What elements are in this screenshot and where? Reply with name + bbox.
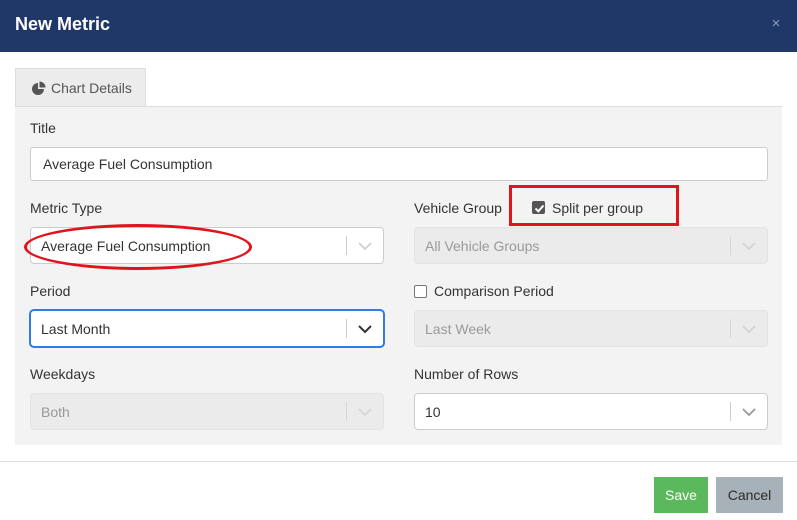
chevron-down-icon (742, 407, 756, 416)
comparison-period-value: Last Week (425, 320, 491, 337)
footer-divider (0, 461, 797, 462)
comparison-period-select[interactable]: Last Week (414, 310, 768, 347)
select-separator (346, 402, 347, 421)
comparison-period-label: Comparison Period (434, 283, 554, 299)
pie-chart-icon (32, 81, 46, 95)
vehicle-group-label: Vehicle Group (414, 200, 502, 216)
chevron-down-icon (742, 241, 756, 250)
vehicle-group-value: All Vehicle Groups (425, 237, 540, 254)
number-of-rows-value: 10 (425, 403, 441, 420)
modal-header: New Metric × (0, 0, 797, 52)
chevron-down-icon (742, 324, 756, 333)
select-separator (730, 402, 731, 421)
weekdays-select[interactable]: Both (30, 393, 384, 430)
select-separator (730, 319, 731, 338)
tab-chart-details[interactable]: Chart Details (15, 68, 146, 106)
title-label: Title (30, 120, 56, 136)
select-separator (730, 236, 731, 255)
number-of-rows-select[interactable]: 10 (414, 393, 768, 430)
title-value: Average Fuel Consumption (43, 156, 213, 172)
period-value: Last Month (41, 320, 111, 337)
period-select[interactable]: Last Month (30, 310, 384, 347)
period-label: Period (30, 283, 71, 299)
metric-type-label: Metric Type (30, 200, 103, 216)
select-separator (346, 319, 347, 338)
title-input[interactable]: Average Fuel Consumption (30, 147, 768, 181)
annotation-rectangle (509, 185, 679, 226)
weekdays-value: Both (41, 403, 70, 420)
save-button[interactable]: Save (654, 477, 708, 513)
number-of-rows-label: Number of Rows (414, 366, 519, 382)
select-separator (346, 236, 347, 255)
cancel-button[interactable]: Cancel (716, 477, 783, 513)
modal-title: New Metric (15, 14, 111, 34)
vehicle-group-select[interactable]: All Vehicle Groups (414, 227, 768, 264)
tab-label: Chart Details (51, 80, 132, 96)
weekdays-label: Weekdays (30, 366, 96, 382)
close-icon[interactable]: × (767, 14, 785, 34)
annotation-ellipse (24, 224, 252, 270)
chevron-down-icon (358, 241, 372, 250)
chevron-down-icon (358, 324, 372, 333)
chevron-down-icon (358, 407, 372, 416)
comparison-period-checkbox[interactable] (414, 285, 427, 298)
